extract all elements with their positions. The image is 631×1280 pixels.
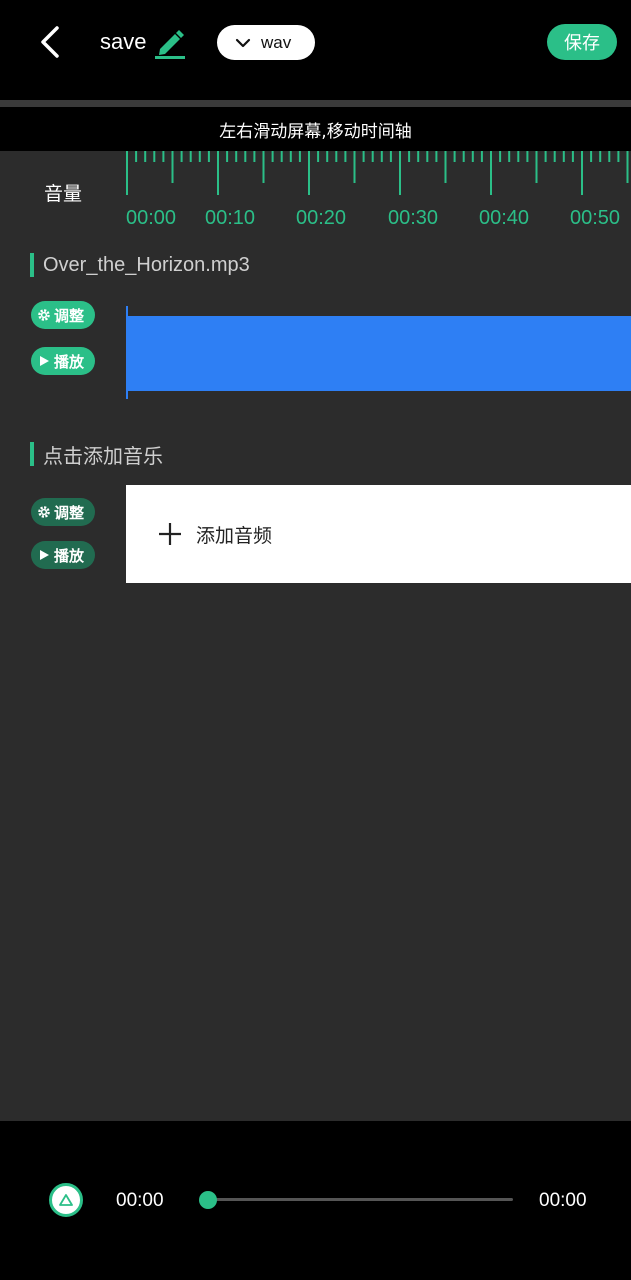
divider	[0, 100, 631, 107]
hint-text: 左右滑动屏幕,移动时间轴	[219, 121, 412, 142]
track-title: 点击添加音乐	[30, 441, 163, 468]
timeline-label: 00:20	[296, 207, 347, 229]
track-name: 点击添加音乐	[43, 445, 163, 468]
chevron-down-icon	[235, 38, 251, 47]
format-value: wav	[261, 32, 292, 52]
adjust-label: 调整	[54, 503, 85, 522]
gear-icon	[37, 505, 51, 519]
timeline-label: 00:10	[205, 207, 256, 229]
track-marker	[30, 442, 34, 466]
add-audio-button[interactable]: 添加音频	[126, 485, 631, 583]
timeline-label: 00:50	[570, 207, 621, 229]
progress-thumb[interactable]	[199, 1191, 217, 1209]
track-title: Over_the_Horizon.mp3	[30, 252, 250, 278]
format-selector[interactable]: wav	[217, 25, 315, 60]
play-label: 播放	[54, 352, 85, 371]
play-button[interactable]	[49, 1183, 83, 1217]
playhead[interactable]	[126, 306, 128, 399]
timeline-ruler[interactable]	[126, 151, 631, 197]
track-marker	[30, 253, 34, 277]
play-icon	[37, 354, 51, 368]
volume-label: 音量	[44, 183, 83, 205]
current-time: 00:00	[116, 1190, 164, 1211]
back-button[interactable]	[30, 20, 70, 64]
adjust-label: 调整	[54, 306, 85, 325]
player-bar: 00:00 00:00	[0, 1121, 631, 1280]
total-time: 00:00	[539, 1190, 587, 1211]
pencil-icon[interactable]	[154, 25, 186, 59]
timeline-labels: 00:00 00:10 00:20 00:30 00:40 00:50	[0, 207, 631, 233]
play-track-button[interactable]: 播放	[31, 541, 95, 569]
add-audio-label: 添加音频	[196, 524, 273, 547]
progress-slider[interactable]	[208, 1198, 513, 1201]
play-track-button[interactable]: 播放	[31, 347, 95, 375]
play-label: 播放	[54, 546, 85, 565]
timeline-label: 00:30	[388, 207, 439, 229]
chevron-left-icon	[41, 26, 59, 58]
file-name: save	[100, 29, 147, 54]
play-icon	[37, 548, 51, 562]
timeline-label: 00:40	[479, 207, 530, 229]
plus-icon	[159, 523, 181, 545]
editor-panel[interactable]: 音量 00:00 00:10 00:20 00:30 00:40 00:50 O…	[0, 151, 631, 1121]
file-name-editor[interactable]: save	[100, 22, 186, 62]
timeline-label: 00:00	[126, 207, 177, 229]
top-bar: save wav 保存	[0, 0, 631, 100]
play-icon	[59, 1194, 73, 1206]
track-name: Over_the_Horizon.mp3	[43, 253, 250, 276]
save-button-label: 保存	[564, 33, 600, 54]
adjust-button[interactable]: 调整	[31, 301, 95, 329]
gear-icon	[37, 308, 51, 322]
audio-waveform[interactable]	[128, 316, 631, 391]
adjust-button[interactable]: 调整	[31, 498, 95, 526]
save-button[interactable]: 保存	[547, 24, 617, 60]
hint-bar: 左右滑动屏幕,移动时间轴	[0, 107, 631, 151]
